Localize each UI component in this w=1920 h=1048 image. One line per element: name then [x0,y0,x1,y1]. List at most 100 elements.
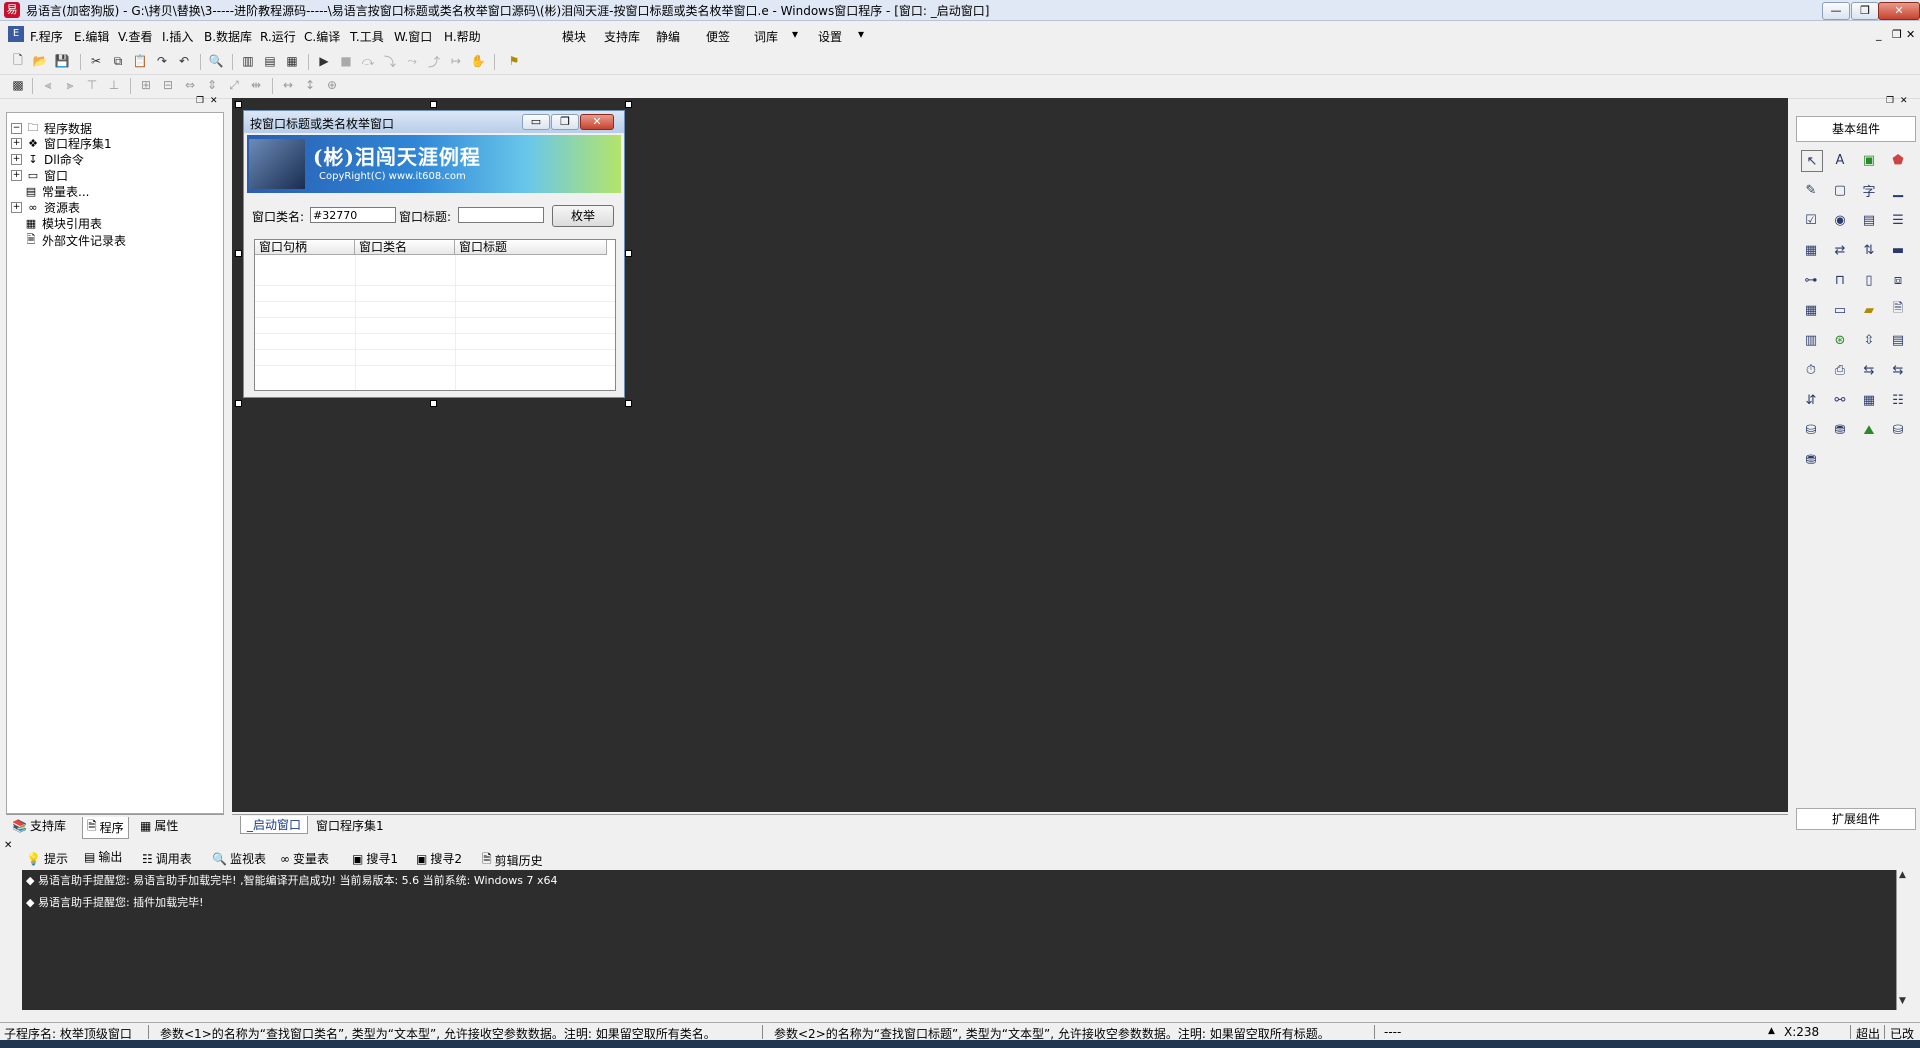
panel-restore-icon[interactable]: ❐ [196,96,204,106]
scroll-down-icon[interactable]: ▼ [1899,996,1906,1006]
new-file-icon[interactable]: 🗋 [10,53,26,69]
menu-program[interactable]: F.程序 [30,28,63,45]
step-into-icon[interactable]: ⤵ [382,53,398,69]
copy-icon[interactable]: ⧉ [110,53,126,69]
step-over-icon[interactable]: ⤳ [404,53,420,69]
align-left-icon[interactable]: ⫷ [40,77,56,93]
db-provider-icon[interactable]: ⛁ [1801,420,1821,440]
tab-search1[interactable]: ▣ 搜寻1 [352,850,398,867]
expand-icon[interactable]: + [11,202,22,213]
chevron-down-icon[interactable]: ▾ [858,27,864,41]
checkbox-icon[interactable]: ☑ [1801,210,1821,230]
panel-box-icon[interactable]: ▢ [1830,180,1850,200]
tab-program[interactable]: 🗎 程序 [82,817,129,839]
chart-icon[interactable]: ⛰ [1859,420,1879,440]
clock-icon[interactable]: ⏱ [1801,360,1821,380]
document-icon[interactable]: E [8,26,24,42]
undo-icon[interactable]: ↶ [176,53,192,69]
step-out-icon[interactable]: ⤴ [426,53,442,69]
vertical-bar-icon[interactable]: ▯ [1859,270,1879,290]
resize-handle[interactable] [625,250,632,257]
resize-handle[interactable] [625,101,632,108]
tree-item-window[interactable]: + ▭ 窗口 [11,167,68,184]
mdi-minimize-icon[interactable]: _ [1876,28,1882,41]
form-maximize-icon[interactable]: ❐ [551,114,579,130]
space-h-icon[interactable]: ⇹ [248,77,264,93]
same-height-icon[interactable]: ⇕ [204,77,220,93]
menu-insert[interactable]: I.插入 [162,28,193,45]
save-icon[interactable]: 💾 [54,53,70,69]
resize-handle[interactable] [235,101,242,108]
same-size-icon[interactable]: ⤢ [226,77,242,93]
file-box-icon[interactable]: 🗎 [1888,300,1908,320]
tree-item-dll-commands[interactable]: + ↧ Dll命令 [11,151,84,168]
menu-settings[interactable]: 设置 [818,28,842,45]
menu-support-lib[interactable]: 支持库 [604,28,640,45]
panel-restore-icon[interactable]: ❐ [1886,96,1894,106]
odbc-source-icon[interactable]: ⛃ [1801,450,1821,470]
resize-handle[interactable] [235,250,242,257]
app-icon[interactable]: 易 [4,2,20,18]
center-form-icon[interactable]: ⊕ [324,77,340,93]
close-button[interactable]: ✕ [1878,2,1920,20]
paste-icon[interactable]: 📋 [132,53,148,69]
common-dialog-icon[interactable]: ▤ [1888,330,1908,350]
list-box-icon[interactable]: ☰ [1888,210,1908,230]
tree-item-window-assembly[interactable]: + ❖ 窗口程序集1 [11,135,112,152]
date-box-icon[interactable]: ▭ [1830,300,1850,320]
tree-item-resources[interactable]: + ∞ 资源表 [11,199,80,216]
picture-box-icon[interactable]: ▣ [1859,150,1879,170]
redo-icon[interactable]: ↷ [154,53,170,69]
window-title-input[interactable] [458,207,544,223]
grid-view-icon[interactable]: ☷ [1888,390,1908,410]
same-width-icon[interactable]: ⇔ [182,77,198,93]
tab-hint[interactable]: 💡 提示 [26,850,68,867]
chevron-down-icon[interactable]: ▾ [792,27,798,41]
center-h-icon[interactable]: ⊞ [138,77,154,93]
resize-handle[interactable] [430,400,437,407]
run-icon[interactable]: ▶ [316,53,332,69]
cut-icon[interactable]: ✂ [88,53,104,69]
output-scrollbar[interactable]: ▲ ▼ [1896,870,1911,1010]
menu-database[interactable]: B.数据库 [204,28,252,45]
align-right-icon[interactable]: ⫸ [62,77,78,93]
tab-search2[interactable]: ▣ 搜寻2 [416,850,462,867]
tab-startup-window[interactable]: _启动窗口 [240,816,309,834]
spacing-v-icon[interactable]: ↕ [302,77,318,93]
center-v-icon[interactable]: ⊟ [160,77,176,93]
text-icon[interactable]: 字 [1859,180,1879,200]
table-icon[interactable]: ▦ [1859,390,1879,410]
helper-plugin-icon[interactable]: ⚑ [506,53,522,69]
align-bottom-icon[interactable]: ⊥ [106,77,122,93]
check-list-icon[interactable]: ▦ [1801,240,1821,260]
hyperlink-icon[interactable]: ⊛ [1830,330,1850,350]
tab-output[interactable]: ▤ 输出 [84,848,122,865]
menu-compile[interactable]: C.编译 [304,28,340,45]
tree-item-external-files[interactable]: 🗎 外部文件记录表 [24,231,126,250]
resize-handle[interactable] [625,400,632,407]
tab-variables[interactable]: ∞ 变量表 [280,850,329,867]
form-close-icon[interactable]: ✕ [580,114,614,130]
menu-module[interactable]: 模块 [562,28,586,45]
extended-components-header[interactable]: 扩展组件 [1796,808,1916,830]
color-picker-icon[interactable]: ▥ [1801,330,1821,350]
shape-icon[interactable]: ⬟ [1888,150,1908,170]
collapse-icon[interactable]: − [11,123,22,134]
frame-icon[interactable]: ⧈ [1888,270,1908,290]
pointer-icon[interactable]: ↖ [1801,150,1823,172]
expand-icon[interactable]: + [11,138,22,149]
calendar-icon[interactable]: ▦ [1801,300,1821,320]
layout-split-icon[interactable]: ▦ [284,53,300,69]
mdi-close-icon[interactable]: ✕ [1906,28,1915,41]
data-provider-icon[interactable]: ⇆ [1888,360,1908,380]
printer-icon[interactable]: ⎙ [1830,360,1850,380]
step-icon[interactable]: ⤼ [360,53,376,69]
menu-view[interactable]: V.查看 [118,28,152,45]
stop-icon[interactable]: ■ [338,53,354,69]
button-icon[interactable]: ▁ [1888,180,1908,200]
grid-icon[interactable]: ▩ [10,77,26,93]
column-window-handle[interactable]: 窗口句柄 [255,240,355,255]
tab-watch[interactable]: 🔍 监视表 [212,850,266,867]
tab-support-lib[interactable]: 📚 支持库 [12,817,66,834]
combo-box-icon[interactable]: ▤ [1859,210,1879,230]
